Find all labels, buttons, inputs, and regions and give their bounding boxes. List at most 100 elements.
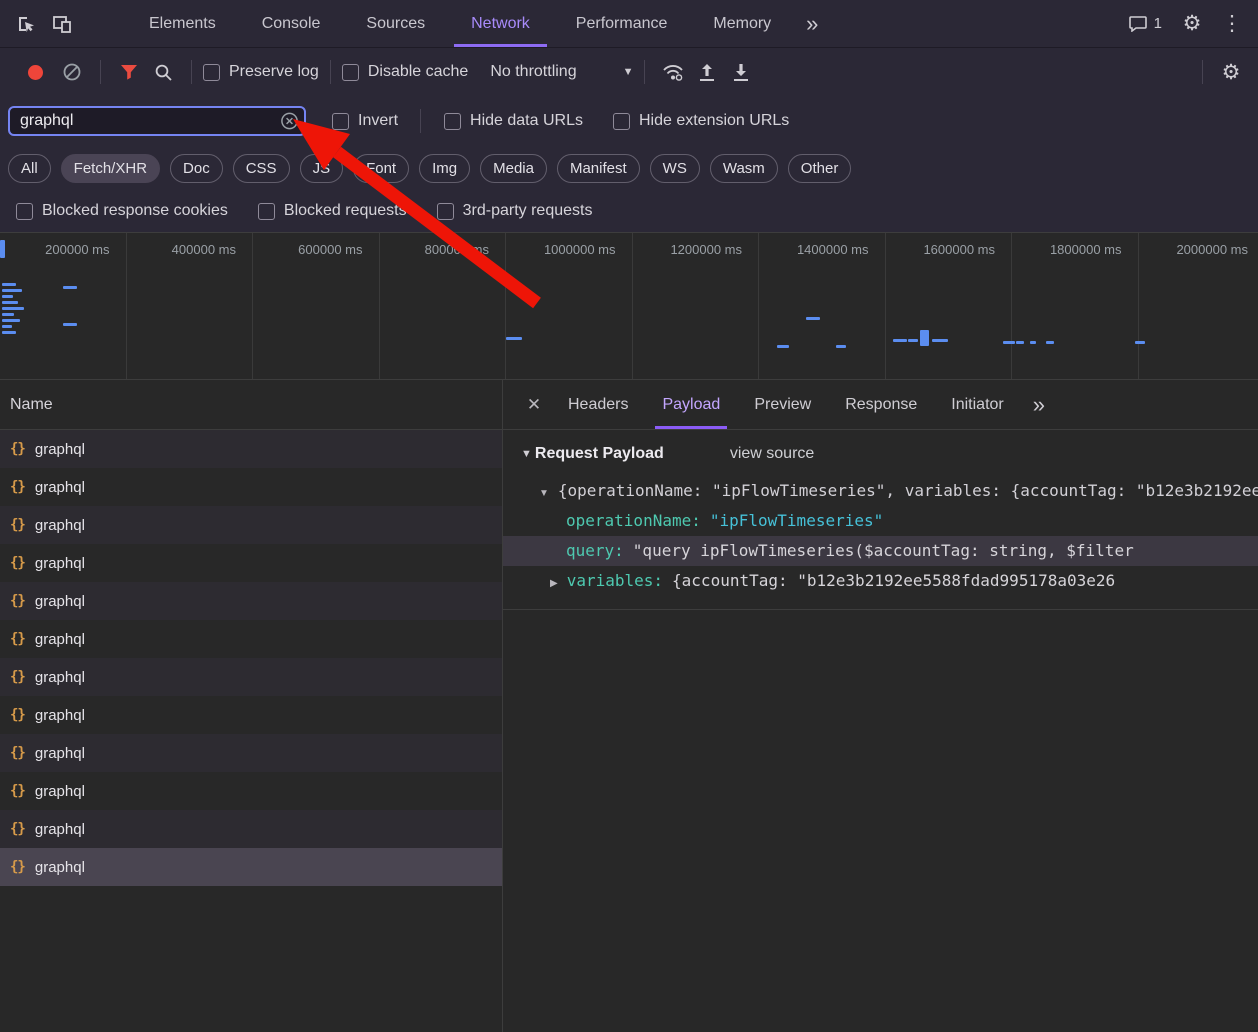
tab-initiator[interactable]: Initiator	[934, 380, 1020, 429]
preserve-log-toggle[interactable]: Preserve log	[203, 63, 319, 81]
tab-headers[interactable]: Headers	[551, 380, 645, 429]
tab-memory[interactable]: Memory	[690, 0, 794, 47]
chip-doc[interactable]: Doc	[170, 154, 223, 183]
request-row[interactable]: {}graphql	[0, 468, 502, 506]
kebab-menu-icon[interactable]: ⋮	[1214, 6, 1250, 42]
disable-cache-label: Disable cache	[368, 63, 469, 81]
json-key: variables:	[567, 571, 663, 590]
view-source-link[interactable]: view source	[730, 445, 814, 463]
json-key: operationName:	[566, 511, 701, 530]
tab-elements[interactable]: Elements	[126, 0, 239, 47]
search-glyph	[154, 63, 173, 82]
chip-media[interactable]: Media	[480, 154, 547, 183]
console-messages-button[interactable]: 1	[1121, 15, 1170, 32]
device-toolbar-icon[interactable]	[44, 6, 80, 42]
export-har-icon[interactable]	[724, 55, 758, 89]
invert-checkbox[interactable]	[332, 113, 349, 130]
blocked-response-cookies-toggle[interactable]: Blocked response cookies	[16, 202, 228, 220]
network-conditions-icon[interactable]	[656, 55, 690, 89]
tab-response[interactable]: Response	[828, 380, 934, 429]
chip-font[interactable]: Font	[353, 154, 409, 183]
request-row-selected[interactable]: {}graphql	[0, 848, 502, 886]
tab-preview-label: Preview	[754, 396, 811, 414]
chip-manifest[interactable]: Manifest	[557, 154, 640, 183]
invert-toggle[interactable]: Invert	[332, 112, 398, 130]
search-icon[interactable]	[146, 55, 180, 89]
clear-requests-icon[interactable]	[55, 55, 89, 89]
fetch-xhr-icon: {}	[10, 555, 25, 571]
json-string-value: "ipFlowTimeseries"	[710, 511, 883, 530]
chip-css[interactable]: CSS	[233, 154, 290, 183]
tab-console[interactable]: Console	[239, 0, 344, 47]
request-row[interactable]: {}graphql	[0, 582, 502, 620]
clear-glyph	[62, 62, 82, 82]
third-party-requests-checkbox[interactable]	[437, 203, 454, 220]
tab-performance[interactable]: Performance	[553, 0, 691, 47]
record-button[interactable]	[28, 65, 43, 80]
filter-funnel-glyph	[120, 64, 138, 81]
tab-payload[interactable]: Payload	[645, 380, 737, 429]
tab-network[interactable]: Network	[448, 0, 553, 47]
hide-extension-urls-toggle[interactable]: Hide extension URLs	[613, 112, 789, 130]
payload-root-node[interactable]: ▼{operationName: "ipFlowTimeseries", var…	[503, 476, 1258, 506]
clear-filter-icon[interactable]	[280, 112, 299, 131]
chip-ws[interactable]: WS	[650, 154, 700, 183]
throttling-select[interactable]: No throttling ▼	[490, 63, 633, 81]
more-detail-tabs-icon[interactable]: »	[1021, 392, 1057, 418]
chip-wasm[interactable]: Wasm	[710, 154, 778, 183]
network-filter-input[interactable]	[8, 106, 306, 136]
request-row[interactable]: {}graphql	[0, 696, 502, 734]
more-tabs-icon[interactable]: »	[794, 0, 830, 47]
request-name: graphql	[35, 555, 85, 572]
fetch-xhr-icon: {}	[10, 669, 25, 685]
payload-row-variables[interactable]: ▶variables:{accountTag: "b12e3b2192ee558…	[503, 566, 1258, 596]
tab-sources-label: Sources	[366, 15, 425, 33]
blocked-requests-checkbox[interactable]	[258, 203, 275, 220]
inspect-element-icon[interactable]	[8, 6, 44, 42]
disable-cache-checkbox[interactable]	[342, 64, 359, 81]
tab-preview[interactable]: Preview	[737, 380, 828, 429]
network-overview-timeline[interactable]: 200000 ms 400000 ms 600000 ms 800000 ms …	[0, 232, 1258, 380]
tab-sources[interactable]: Sources	[343, 0, 448, 47]
request-row[interactable]: {}graphql	[0, 658, 502, 696]
network-settings-gear-icon[interactable]: ⚙	[1214, 55, 1248, 89]
request-row[interactable]: {} graphql	[0, 544, 502, 582]
chip-all[interactable]: All	[8, 154, 51, 183]
request-row[interactable]: {}graphql	[0, 506, 502, 544]
hide-extension-urls-checkbox[interactable]	[613, 113, 630, 130]
request-row[interactable]: {}graphql	[0, 772, 502, 810]
disable-cache-toggle[interactable]: Disable cache	[342, 63, 469, 81]
preserve-log-checkbox[interactable]	[203, 64, 220, 81]
request-name: graphql	[35, 821, 85, 838]
chip-fetch-xhr[interactable]: Fetch/XHR	[61, 154, 160, 183]
chip-js[interactable]: JS	[300, 154, 344, 183]
payload-row-query[interactable]: query:"query ipFlowTimeseries($accountTa…	[503, 536, 1258, 566]
chip-img[interactable]: Img	[419, 154, 470, 183]
expand-triangle-icon[interactable]: ▶	[550, 578, 558, 589]
fetch-xhr-icon: {}	[10, 517, 25, 533]
blocked-response-cookies-checkbox[interactable]	[16, 203, 33, 220]
request-row[interactable]: {}graphql	[0, 620, 502, 658]
request-row[interactable]: {}graphql	[0, 430, 502, 468]
request-row[interactable]: {}graphql	[0, 810, 502, 848]
chip-other[interactable]: Other	[788, 154, 852, 183]
filter-funnel-icon[interactable]	[112, 55, 146, 89]
json-key: query:	[566, 541, 624, 560]
collapse-triangle-icon[interactable]: ▼	[521, 448, 532, 460]
tab-elements-label: Elements	[149, 15, 216, 33]
hide-data-urls-toggle[interactable]: Hide data URLs	[444, 112, 583, 130]
network-filter-bar: Invert Hide data URLs Hide extension URL…	[0, 96, 1258, 146]
settings-gear-icon[interactable]: ⚙	[1174, 6, 1210, 42]
hide-data-urls-checkbox[interactable]	[444, 113, 461, 130]
name-column-header[interactable]: Name	[0, 380, 502, 430]
request-row[interactable]: {}graphql	[0, 734, 502, 772]
import-har-icon[interactable]	[690, 55, 724, 89]
fetch-xhr-icon: {}	[10, 479, 25, 495]
request-payload-section-header[interactable]: ▼ Request Payload view source	[503, 432, 1258, 476]
third-party-requests-toggle[interactable]: 3rd-party requests	[437, 202, 593, 220]
expand-triangle-icon[interactable]: ▼	[539, 488, 549, 499]
blocked-requests-toggle[interactable]: Blocked requests	[258, 202, 407, 220]
close-panel-icon[interactable]: ✕	[517, 395, 551, 415]
clear-filter-glyph	[280, 112, 299, 131]
payload-row-operationname: operationName: "ipFlowTimeseries"	[503, 506, 1258, 536]
